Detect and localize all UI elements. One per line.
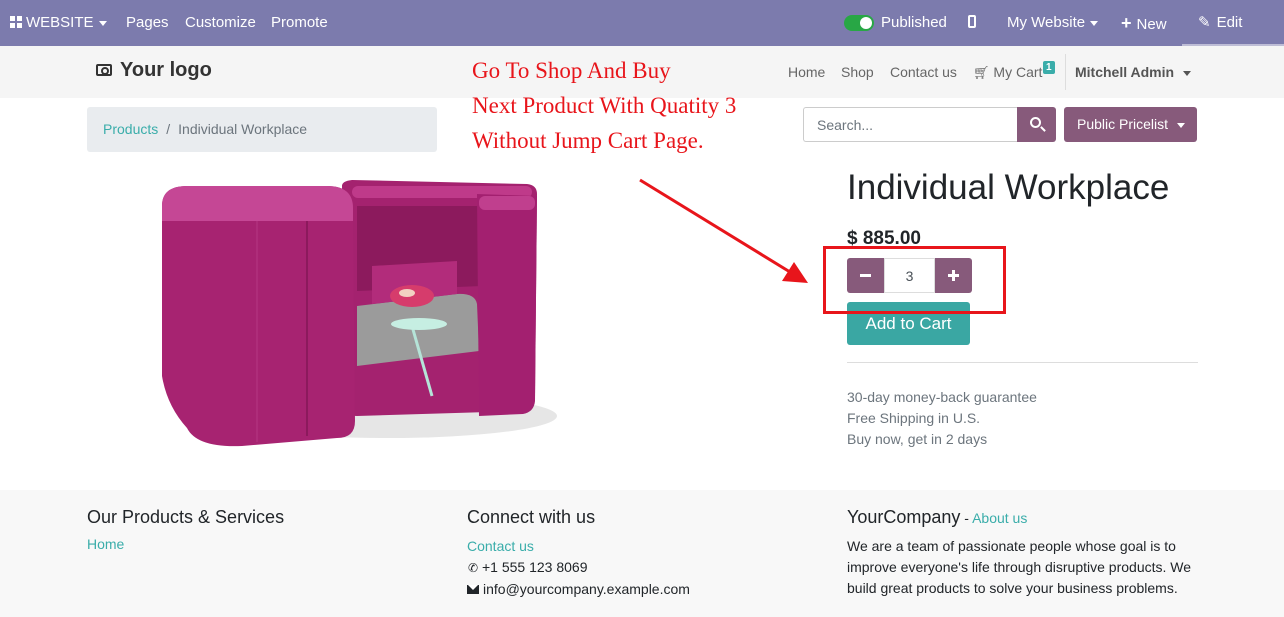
footer-home-link[interactable]: Home bbox=[87, 536, 124, 552]
caret-down-icon bbox=[1183, 70, 1192, 76]
divider bbox=[847, 362, 1198, 363]
camera-icon bbox=[96, 64, 112, 76]
footer-products-column: Our Products & Services Home bbox=[87, 507, 284, 554]
website-menu[interactable]: WEBSITE bbox=[10, 0, 107, 46]
caret-down-icon bbox=[98, 20, 107, 26]
title-separator: - bbox=[960, 510, 973, 526]
my-website-menu[interactable]: My Website bbox=[1007, 0, 1099, 46]
search-input[interactable] bbox=[803, 107, 1018, 142]
breadcrumb-current: Individual Workplace bbox=[178, 121, 308, 137]
tutorial-annotation: Go To Shop And Buy Next Product With Qua… bbox=[472, 53, 736, 158]
user-name: Mitchell Admin bbox=[1075, 64, 1175, 80]
plus-icon: + bbox=[1121, 13, 1132, 33]
shopping-cart-icon: 🛒︎ bbox=[973, 65, 990, 80]
breadcrumb-separator: / bbox=[166, 121, 171, 137]
search-button[interactable] bbox=[1017, 107, 1056, 142]
footer-connect-title: Connect with us bbox=[467, 507, 596, 527]
annotation-line: Next Product With Quatity 3 bbox=[472, 93, 737, 118]
customize-menu[interactable]: Customize bbox=[185, 0, 256, 46]
nav-my-cart[interactable]: 🛒︎ My Cart bbox=[973, 64, 1042, 81]
caret-down-icon bbox=[1090, 20, 1099, 26]
phone-number: +1 555 123 8069 bbox=[482, 559, 588, 575]
caret-down-icon bbox=[1177, 122, 1186, 128]
nav-contact-us[interactable]: Contact us bbox=[890, 64, 957, 80]
edit-button[interactable]: ✎ Edit bbox=[1198, 0, 1242, 46]
pricelist-label: Public Pricelist bbox=[1077, 116, 1169, 132]
logo-text: Your logo bbox=[120, 59, 212, 81]
new-label: New bbox=[1136, 16, 1167, 33]
product-title: Individual Workplace bbox=[847, 168, 1170, 207]
website-menu-label: WEBSITE bbox=[26, 14, 94, 31]
guarantee-line: 30-day money-back guarantee bbox=[847, 389, 1037, 405]
footer-phone: ✆ +1 555 123 8069 bbox=[467, 557, 690, 579]
annotation-highlight-box bbox=[823, 246, 1006, 314]
footer-email: info@yourcompany.example.com bbox=[467, 579, 690, 600]
search-icon bbox=[1030, 117, 1041, 128]
footer-products-title: Our Products & Services bbox=[87, 507, 285, 527]
pencil-icon: ✎ bbox=[1198, 14, 1211, 31]
footer-about-link[interactable]: About us bbox=[972, 510, 1027, 526]
pages-menu[interactable]: Pages bbox=[126, 0, 169, 46]
pricelist-dropdown[interactable]: Public Pricelist bbox=[1064, 107, 1197, 142]
cart-count-badge: 1 bbox=[1043, 61, 1055, 74]
annotation-line: Go To Shop And Buy bbox=[472, 58, 671, 83]
apps-grid-icon bbox=[10, 16, 22, 28]
new-button[interactable]: + New bbox=[1121, 0, 1167, 46]
email-address: info@yourcompany.example.com bbox=[483, 581, 690, 597]
nav-shop[interactable]: Shop bbox=[841, 64, 874, 80]
published-label: Published bbox=[881, 14, 947, 31]
edit-label: Edit bbox=[1216, 14, 1243, 31]
site-logo[interactable]: Your logo bbox=[96, 59, 212, 82]
guarantee-line: Buy now, get in 2 days bbox=[847, 431, 988, 447]
admin-bar: WEBSITE Pages Customize Promote Publishe… bbox=[0, 0, 1284, 46]
guarantee-line: Free Shipping in U.S. bbox=[847, 410, 981, 426]
product-image bbox=[157, 176, 557, 451]
phone-icon: ✆ bbox=[467, 561, 479, 575]
published-toggle[interactable]: Published bbox=[844, 0, 947, 46]
breadcrumb-products-link[interactable]: Products bbox=[103, 121, 158, 137]
mobile-phone-icon bbox=[968, 15, 976, 28]
my-website-label: My Website bbox=[1007, 14, 1086, 31]
company-name: YourCompany bbox=[847, 507, 961, 527]
user-menu[interactable]: Mitchell Admin bbox=[1075, 64, 1192, 80]
annotation-line: Without Jump Cart Page. bbox=[472, 128, 704, 153]
promote-menu[interactable]: Promote bbox=[271, 0, 328, 46]
breadcrumb: Products / Individual Workplace bbox=[87, 107, 437, 152]
footer-company-column: YourCompany - About us We are a team of … bbox=[847, 507, 1199, 599]
cart-label: My Cart bbox=[993, 64, 1043, 80]
mobile-preview-button[interactable] bbox=[968, 0, 976, 46]
product-guarantees: 30-day money-back guarantee Free Shippin… bbox=[847, 387, 1037, 450]
nav-home[interactable]: Home bbox=[788, 64, 825, 80]
nav-divider bbox=[1065, 54, 1066, 90]
footer-company-text: We are a team of passionate people whose… bbox=[847, 538, 1192, 596]
footer-company-title: YourCompany - About us bbox=[847, 507, 1199, 528]
envelope-icon bbox=[467, 585, 479, 594]
footer-contact-link[interactable]: Contact us bbox=[467, 538, 534, 554]
footer-connect-column: Connect with us Contact us ✆ +1 555 123 8… bbox=[467, 507, 690, 600]
toggle-switch-icon bbox=[844, 15, 874, 32]
